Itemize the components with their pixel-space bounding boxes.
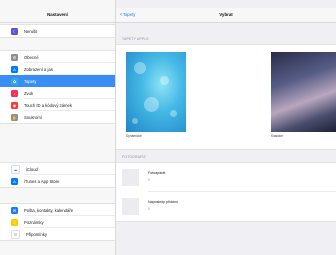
- sidebar-item-label: Pošta, kontakty, kalendáře: [24, 207, 74, 213]
- still-wallpaper-thumbnail[interactable]: [271, 52, 336, 132]
- sidebar-item-fingerprint[interactable]: ◉ Touch ID a kódový zámek: [0, 99, 115, 111]
- apple-wallpapers-panel: Dynamické Klasické: [116, 44, 336, 150]
- album-count: 0: [148, 178, 150, 182]
- sidebar-item-sound[interactable]: ♪ Zvuk: [0, 87, 115, 99]
- sidebar-item-appstore[interactable]: AiTunes a App Store: [0, 175, 115, 187]
- sidebar-item-mail[interactable]: ✉ Pošta, kontakty, kalendáře: [0, 204, 115, 216]
- sidebar-item-moon[interactable]: ☾ Nerušit: [0, 25, 115, 37]
- sidebar-item-wallpaper[interactable]: ✿ Tapety: [0, 75, 115, 87]
- dynamic-wallpaper-thumbnail[interactable]: [126, 52, 186, 132]
- wallpaper-pane: ‹Tapety Vybrat TAPETY APPLE Dynamické Kl…: [116, 0, 336, 255]
- wallpaper-icon: ✿: [11, 77, 18, 85]
- album-thumbnail: [122, 169, 139, 186]
- sidebar-group: ✉ Pošta, kontakty, kalendáře ≡ Poznámky ☰ Při…: [0, 203, 115, 241]
- brightness-icon: A: [11, 65, 18, 73]
- album-row-recent[interactable]: Naposledy přidáno 0: [116, 192, 336, 221]
- apple-wallpapers-header: TAPETY APPLE: [122, 37, 149, 41]
- sidebar-item-label: Nerušit: [24, 28, 38, 34]
- sidebar-item-notes[interactable]: ≡ Poznámky: [0, 216, 115, 228]
- hand-icon: ✋: [11, 113, 18, 121]
- sound-icon: ♪: [11, 89, 18, 97]
- sidebar-item-label: iCloud: [26, 166, 38, 172]
- sidebar-item-label: Touch ID a kódový zámek: [24, 102, 72, 108]
- album-title: Fotoaparát: [148, 171, 166, 175]
- album-row-camera[interactable]: Fotoaparát 0: [116, 163, 336, 192]
- moon-icon: ☾: [11, 27, 18, 35]
- mail-icon: ✉: [11, 206, 18, 214]
- sidebar-item-brightness[interactable]: A Zobrazení a jas: [0, 63, 115, 75]
- sidebar-item-label: Zobrazení a jas: [24, 66, 53, 72]
- photos-header: FOTOGRAFIE: [122, 155, 146, 159]
- sidebar-group: ⚙ Obecné A Zobrazení a jas ✿ Tapety ♪ Zvuk ◉ Touc…: [0, 50, 115, 124]
- sidebar-item-label: Obecné: [24, 54, 39, 60]
- sidebar-item-reminders[interactable]: ☰ Připomínky: [0, 228, 115, 240]
- album-thumbnail: [122, 198, 139, 215]
- sidebar-item-label: Připomínky: [26, 231, 47, 237]
- fingerprint-icon: ◉: [11, 101, 18, 109]
- cloud-icon: ☁: [11, 164, 20, 174]
- appstore-icon: A: [11, 177, 18, 185]
- sidebar-item-gear[interactable]: ⚙ Obecné: [0, 51, 115, 63]
- photos-panel: Fotoaparát 0 Naposledy přidáno 0: [116, 162, 336, 222]
- still-wallpaper-label: Klasické: [271, 134, 283, 138]
- nav-bar: ‹Tapety Vybrat: [116, 8, 336, 23]
- sidebar-title: Nastavení: [0, 8, 115, 23]
- page-title: Vybrat: [219, 12, 233, 17]
- album-count: 0: [148, 207, 150, 211]
- sidebar-group: ☁ iCloud AiTunes a App Store: [0, 162, 115, 188]
- settings-screen: •••○○ Vodafone CZ 9:41 100 % Nastavení ☾…: [0, 0, 336, 255]
- sidebar-item-label: Soukromí: [24, 114, 42, 120]
- sidebar-item-label: Zvuk: [24, 90, 34, 96]
- dynamic-wallpaper-label: Dynamické: [126, 134, 142, 138]
- sidebar-item-label: Tapety: [24, 78, 37, 84]
- sidebar-item-label: iTunes a App Store: [24, 178, 60, 184]
- sidebar-item-cloud[interactable]: ☁ iCloud: [0, 163, 115, 175]
- sidebar-item-hand[interactable]: ✋ Soukromí: [0, 111, 115, 123]
- notes-icon: ≡: [11, 218, 18, 226]
- sidebar-item-label: Poznámky: [24, 219, 44, 225]
- album-title: Naposledy přidáno: [148, 200, 178, 204]
- gear-icon: ⚙: [11, 53, 18, 61]
- reminders-icon: ☰: [11, 229, 20, 239]
- settings-sidebar: Nastavení ☾ Nerušit ⚙ Obecné A Zobrazení a ja…: [0, 0, 116, 255]
- sidebar-group: ☾ Nerušit: [0, 24, 115, 38]
